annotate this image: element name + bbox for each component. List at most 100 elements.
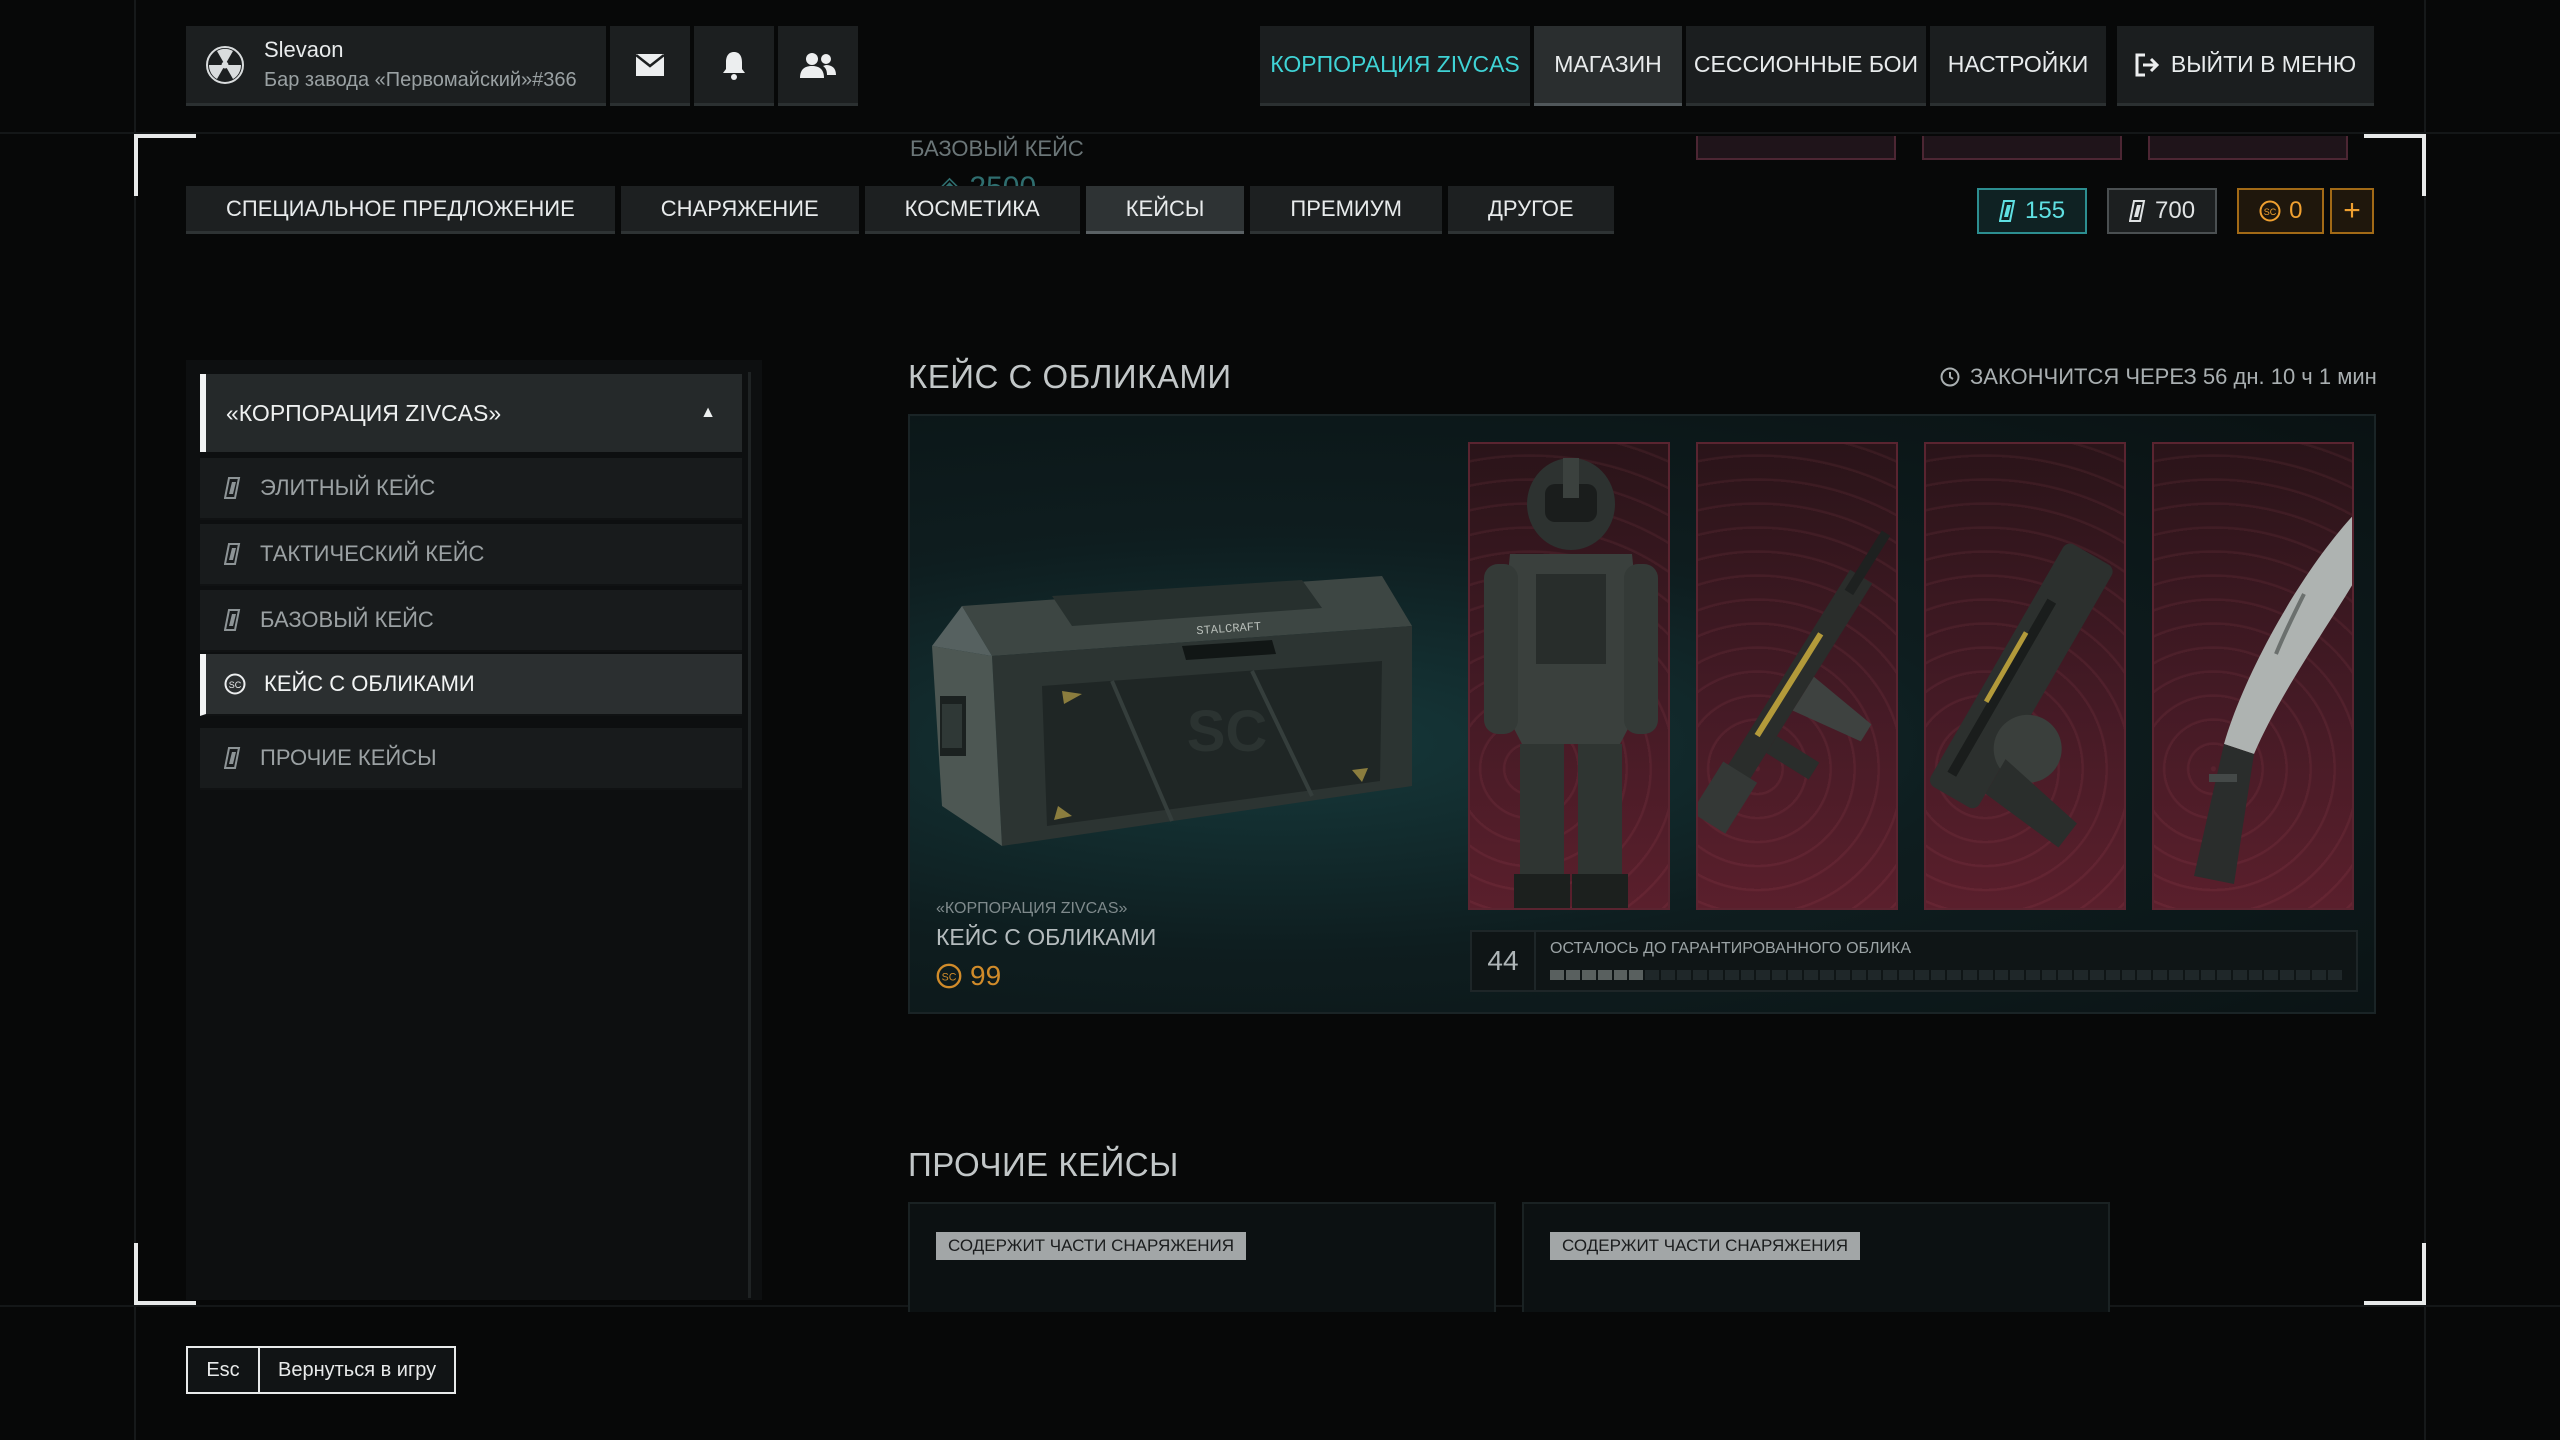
progress-segment	[2121, 970, 2136, 980]
progress-segment	[2232, 970, 2247, 980]
progress-segment	[1883, 970, 1898, 980]
friends-icon	[800, 52, 836, 78]
friends-button[interactable]	[778, 26, 858, 106]
crystal-balance[interactable]: 155	[1977, 188, 2088, 234]
progress-segment	[1994, 970, 2009, 980]
nav-settings[interactable]: НАСТРОЙКИ	[1930, 26, 2106, 106]
progress-segment	[1756, 970, 1771, 980]
bell-icon	[723, 51, 745, 80]
sidebar-group-label: «КОРПОРАЦИЯ ZIVCAS»	[226, 399, 502, 426]
progress-segment	[2280, 970, 2295, 980]
add-coins-button[interactable]: +	[2330, 188, 2374, 234]
tab-cosmetics[interactable]: КОСМЕТИКА	[864, 186, 1080, 234]
svg-text:SC: SC	[1187, 699, 1268, 764]
progress-segment	[1962, 970, 1977, 980]
ghost-frame	[1922, 136, 2122, 160]
frame-corner-top-right	[2364, 134, 2426, 196]
progress-segment	[2169, 970, 2183, 980]
progress-segment	[1899, 970, 1914, 980]
progress-segment	[1550, 970, 1564, 980]
coin-balance[interactable]: SC 0	[2237, 188, 2325, 234]
rifle-skin-image	[1698, 530, 1891, 834]
tab-other[interactable]: ДРУГОЕ	[1448, 186, 1614, 234]
nav-zivcas[interactable]: КОРПОРАЦИЯ ZIVCAS	[1260, 26, 1530, 106]
progress-segment	[2026, 970, 2041, 980]
mail-button[interactable]	[610, 26, 690, 106]
sidebar-item-elite-case[interactable]: ЭЛИТНЫЙ КЕЙС	[200, 458, 742, 520]
frame-corner-bottom-right	[2364, 1243, 2426, 1305]
skin-preview-rifle[interactable]	[1696, 442, 1898, 910]
tab-premium[interactable]: ПРЕМИУМ	[1250, 186, 1443, 234]
sc-coin-icon: SC	[2259, 200, 2281, 222]
section-title-other-cases: ПРОЧИЕ КЕЙСЫ	[908, 1146, 1179, 1183]
token-balance[interactable]: 700	[2107, 188, 2218, 234]
collapse-arrow-icon: ▲	[700, 404, 716, 421]
exit-to-menu-button[interactable]: ВЫЙТИ В МЕНЮ	[2117, 26, 2374, 106]
progress-segment	[1851, 970, 1866, 980]
guarantee-count: 44	[1472, 932, 1536, 990]
progress-segment	[2264, 970, 2279, 980]
top-nav: КОРПОРАЦИЯ ZIVCAS МАГАЗИН СЕССИОННЫЕ БОИ…	[1260, 26, 2106, 106]
progress-segment	[2248, 970, 2263, 980]
sidebar-item-other-cases[interactable]: ПРОЧИЕ КЕЙСЫ	[200, 728, 742, 790]
progress-segment	[2137, 970, 2152, 980]
tab-special-offer[interactable]: СПЕЦИАЛЬНОЕ ПРЕДЛОЖЕНИЕ	[186, 186, 615, 234]
skin-preview-launcher[interactable]	[1924, 442, 2126, 910]
progress-segment	[2296, 970, 2310, 980]
progress-segment	[1772, 970, 1787, 980]
progress-segment	[2073, 970, 2088, 980]
sc-coin-icon: SC	[224, 673, 246, 695]
other-case-card[interactable]: СОДЕРЖИТ ЧАСТИ СНАРЯЖЕНИЯ	[908, 1202, 1496, 1312]
progress-segment	[1645, 970, 1660, 980]
progress-segment	[1661, 970, 1675, 980]
progress-segment	[1867, 970, 1882, 980]
guarantee-label: ОСТАЛОСЬ ДО ГАРАНТИРОВАННОГО ОБЛИКА	[1550, 940, 1911, 957]
profile-bar: Slevaon Бар завода «Первомайский»#366	[186, 26, 858, 106]
progress-segment	[2153, 970, 2168, 980]
other-case-card[interactable]: СОДЕРЖИТ ЧАСТИ СНАРЯЖЕНИЯ	[1522, 1202, 2110, 1312]
username: Slevaon	[264, 37, 344, 62]
mail-icon	[635, 53, 665, 76]
currency-bar: 155 700 SC 0	[1977, 188, 2325, 234]
sidebar-item-skin-case[interactable]: SC КЕЙС С ОБЛИКАМИ	[200, 654, 742, 716]
ghost-frame	[2148, 136, 2348, 160]
contains-equipment-badge: СОДЕРЖИТ ЧАСТИ СНАРЯЖЕНИЯ	[936, 1232, 1247, 1260]
skin-preview-armor[interactable]	[1468, 442, 1670, 910]
progress-segment	[1915, 970, 1929, 980]
nav-session-battles[interactable]: СЕССИОННЫЕ БОИ	[1686, 26, 1926, 106]
progress-segment	[1804, 970, 1818, 980]
clock-icon	[1940, 367, 1960, 387]
progress-segment	[1692, 970, 1707, 980]
sidebar-group-zivcas[interactable]: «КОРПОРАЦИЯ ZIVCAS» ▲	[200, 374, 742, 452]
skin-preview-machete[interactable]	[2152, 442, 2354, 910]
notifications-button[interactable]	[694, 26, 774, 106]
sidebar-item-basic-case[interactable]: БАЗОВЫЙ КЕЙС	[200, 590, 742, 652]
case-price: SC 99	[936, 960, 1001, 992]
progress-segment	[1581, 970, 1596, 980]
return-to-game-hint[interactable]: Esc Вернуться в игру	[186, 1346, 457, 1394]
progress-segment	[1835, 970, 1850, 980]
progress-segment	[1931, 970, 1945, 980]
sidebar-item-tactical-case[interactable]: ТАКТИЧЕСКИЙ КЕЙС	[200, 524, 742, 586]
progress-segment	[2010, 970, 2025, 980]
nav-shop[interactable]: МАГАЗИН	[1534, 26, 1682, 106]
launcher-skin-image	[1929, 543, 2113, 848]
contains-equipment-badge: СОДЕРЖИТ ЧАСТИ СНАРЯЖЕНИЯ	[1550, 1232, 1861, 1260]
progress-segment	[1597, 970, 1612, 980]
guarantee-progress: 44 ОСТАЛОСЬ ДО ГАРАНТИРОВАННОГО ОБЛИКА	[1470, 930, 2358, 992]
profile-card[interactable]: Slevaon Бар завода «Первомайский»#366	[186, 26, 606, 106]
svg-text:SC: SC	[942, 972, 957, 984]
progress-segment	[1788, 970, 1802, 980]
sidebar-scrollbar[interactable]	[748, 372, 751, 1298]
svg-text:SC: SC	[2264, 207, 2277, 217]
progress-segment	[2312, 970, 2326, 980]
progress-segment	[1740, 970, 1755, 980]
tab-equipment[interactable]: СНАРЯЖЕНИЕ	[620, 186, 859, 234]
progress-segment	[2089, 970, 2104, 980]
featured-case-panel[interactable]: STALCRAFT SC «КОРПОРАЦИЯ ZIVCAS» КЕЙС С …	[908, 414, 2376, 1014]
progress-segment	[2216, 970, 2231, 980]
tab-cases[interactable]: КЕЙСЫ	[1085, 186, 1245, 234]
case-group-label: «КОРПОРАЦИЯ ZIVCAS»	[936, 900, 1128, 917]
case-name: КЕЙС С ОБЛИКАМИ	[936, 924, 1157, 950]
progress-segment	[1677, 970, 1691, 980]
